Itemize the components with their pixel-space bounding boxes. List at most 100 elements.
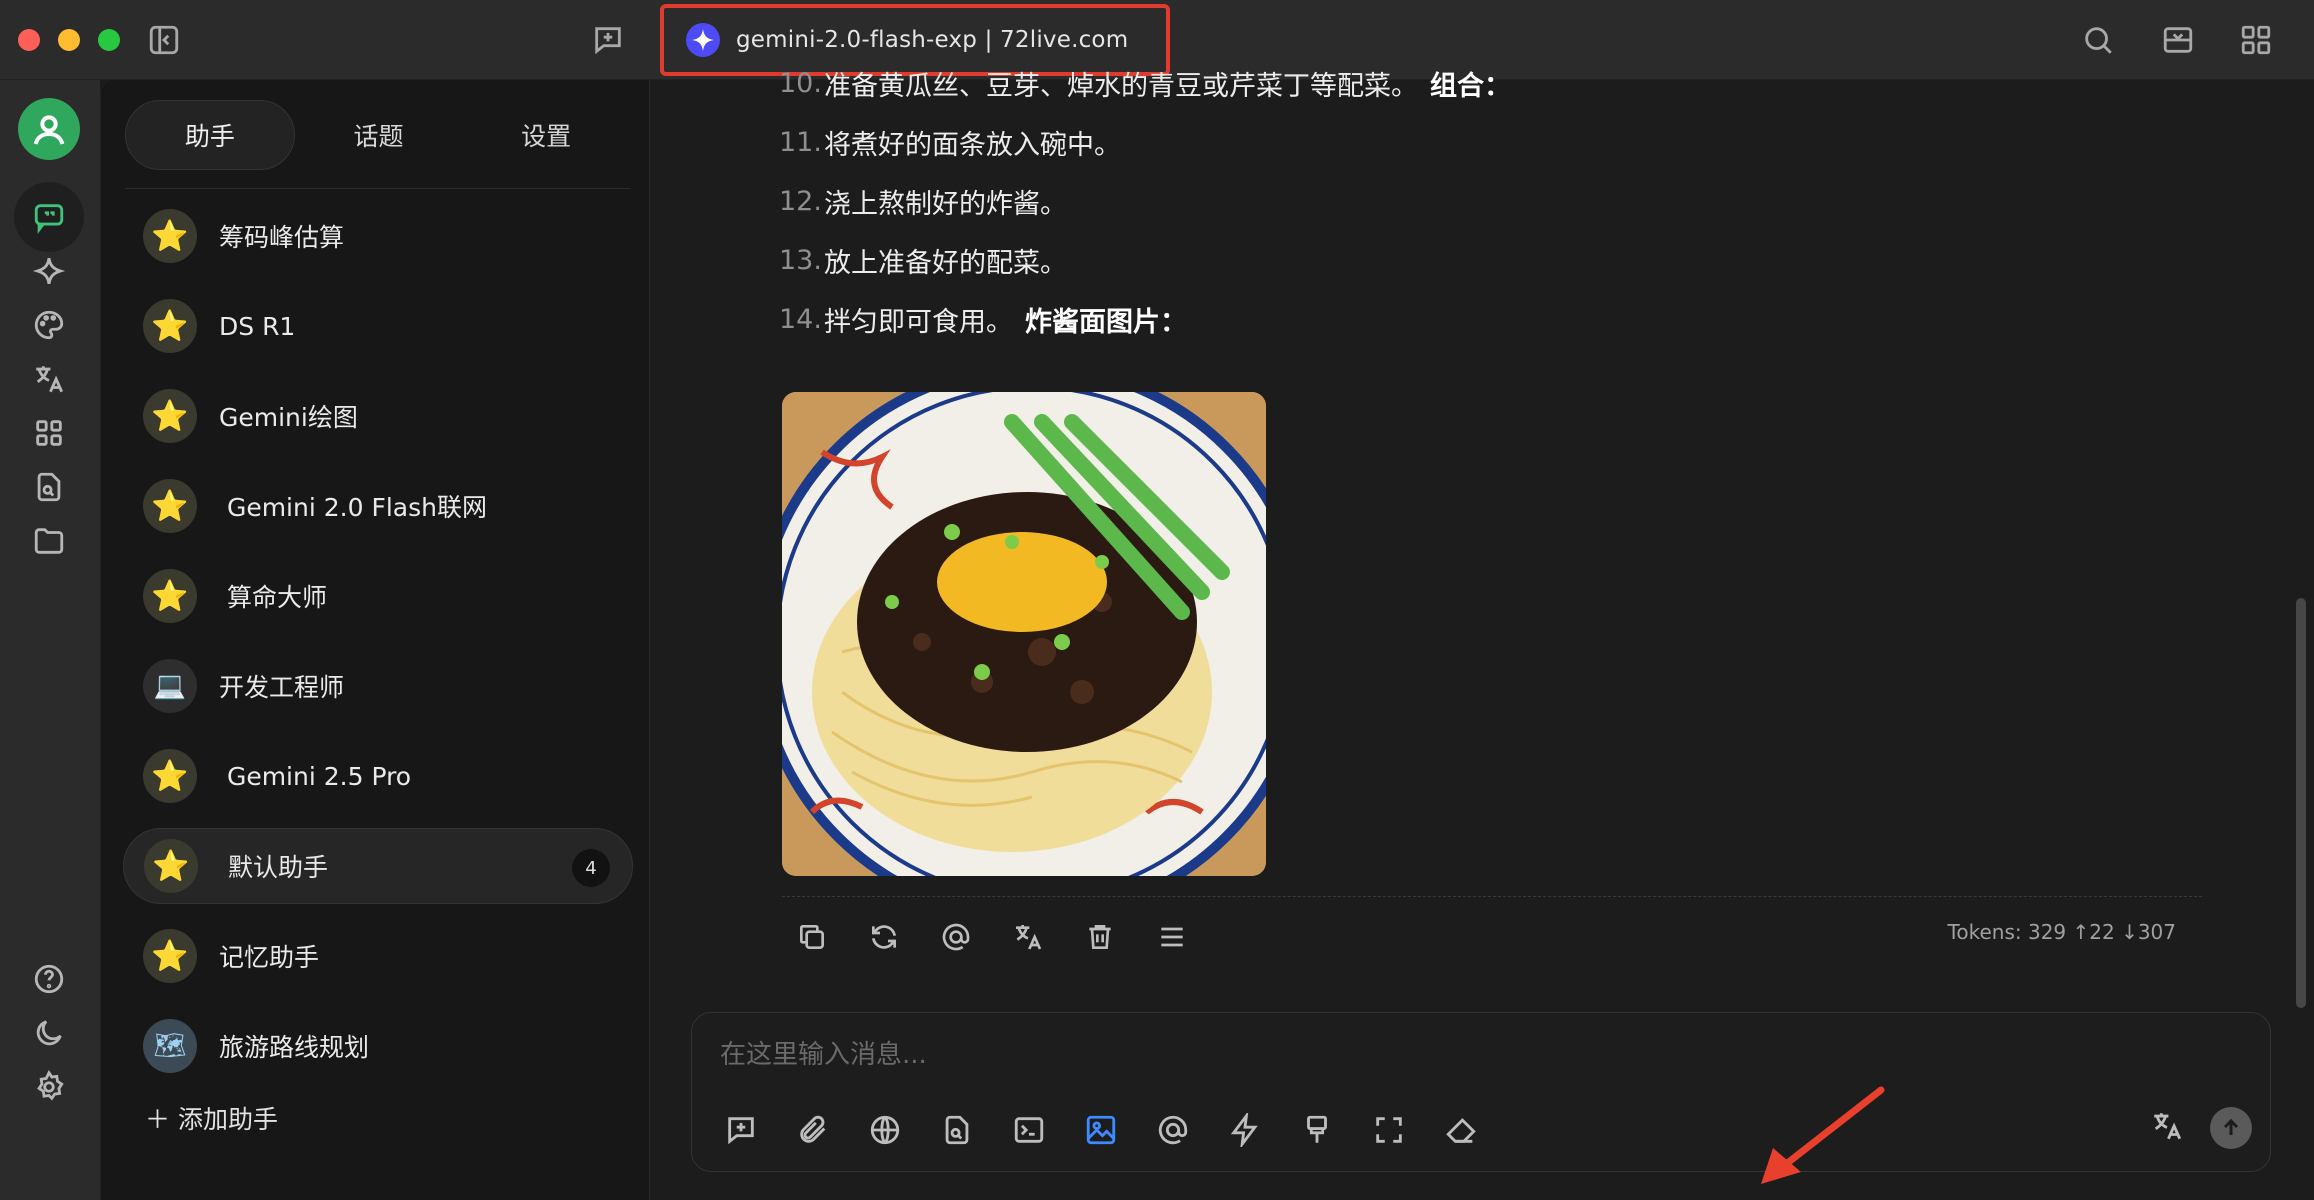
translate-icon[interactable] <box>1007 916 1049 958</box>
assistant-item[interactable]: ⭐ 算命大师 <box>123 558 633 634</box>
step-text: 将煮好的面条放入碗中。 <box>824 130 1121 161</box>
assistant-list: ⭐ 筹码峰估算 ⭐ DS R1 ⭐ Gemini绘图 ⭐ Gemini 2.0 … <box>123 198 633 1098</box>
assistant-name: 筹码峰估算 <box>219 223 345 252</box>
gemini-sparkle-icon <box>686 23 720 57</box>
list-item: 10. 准备黄瓜丝、豆芽、焯水的青豆或芹菜丁等配菜。 组合： <box>779 54 2179 113</box>
assistant-item[interactable]: ⭐ DS R1 <box>123 288 633 364</box>
assistant-item[interactable]: 🗺 旅游路线规划 <box>123 1008 633 1084</box>
topic-count-badge: 4 <box>572 849 610 887</box>
terminal-icon[interactable] <box>1006 1107 1052 1153</box>
close-window-button[interactable] <box>18 29 40 51</box>
assistant-item[interactable]: ⭐ Gemini 2.5 Pro <box>123 738 633 814</box>
assistant-name: 算命大师 <box>219 583 327 612</box>
add-assistant-label: 添加助手 <box>178 1105 279 1134</box>
assistant-item[interactable]: ⭐ Gemini 2.0 Flash联网 <box>123 468 633 544</box>
composer-toolbar <box>718 1107 1484 1153</box>
model-title-text: gemini-2.0-flash-exp | 72live.com <box>736 27 1129 53</box>
copy-icon[interactable] <box>791 916 833 958</box>
eraser-icon[interactable] <box>1438 1107 1484 1153</box>
assistant-sidebar: 助手 话题 设置 ⭐ 筹码峰估算 ⭐ DS R1 ⭐ Gemini绘图 ⭐ Ge… <box>100 80 650 1200</box>
step-number: 12. <box>779 186 822 217</box>
narrow-mode-icon[interactable] <box>2160 22 2196 58</box>
mention-model-icon[interactable] <box>1150 1107 1196 1153</box>
minimize-window-button[interactable] <box>58 29 80 51</box>
apps-grid-icon[interactable] <box>2238 22 2274 58</box>
step-number: 10. <box>779 68 822 99</box>
assistant-name: 旅游路线规划 <box>219 1033 370 1062</box>
step-text: 准备黄瓜丝、豆芽、焯水的青豆或芹菜丁等配菜。 <box>824 71 1418 102</box>
assistant-name: Gemini 2.0 Flash联网 <box>219 493 487 522</box>
assistant-name: 默认助手 <box>220 853 328 882</box>
sidebar-tabs: 助手 话题 设置 <box>125 100 630 170</box>
user-avatar[interactable] <box>18 98 80 160</box>
send-button[interactable] <box>2210 1107 2252 1149</box>
message-composer <box>691 1012 2271 1172</box>
message-input[interactable] <box>720 1033 2020 1077</box>
composer-right-actions <box>2150 1107 2252 1149</box>
star-icon: ⭐ <box>143 929 197 983</box>
knowledge-base-icon[interactable] <box>934 1107 980 1153</box>
settings-gear-icon[interactable] <box>14 1052 84 1122</box>
message-actions <box>791 916 1193 958</box>
zhajiangmian-image[interactable] <box>782 392 1266 876</box>
tab-assistants[interactable]: 助手 <box>125 100 295 170</box>
list-item: 14. 拌匀即可食用。 炸酱面图片： <box>779 290 2179 349</box>
new-topic-icon[interactable] <box>718 1107 764 1153</box>
assistant-item[interactable]: 💻 开发工程师 <box>123 648 633 724</box>
assistant-name: Gemini绘图 <box>219 403 358 432</box>
scrollbar[interactable] <box>2296 598 2306 1008</box>
assistant-item-selected[interactable]: ⭐ 默认助手 4 <box>123 828 633 904</box>
step-bold-text: 炸酱面图片： <box>1025 307 1187 338</box>
token-count: Tokens: 329 ↑22 ↓307 <box>1947 920 2176 944</box>
list-item: 13. 放上准备好的配菜。 <box>779 231 2179 290</box>
menu-icon[interactable] <box>1151 916 1193 958</box>
chat-main: 10. 准备黄瓜丝、豆芽、焯水的青豆或芹菜丁等配菜。 组合： 11. 将煮好的面… <box>651 68 2314 1200</box>
icon-rail <box>0 80 100 1200</box>
step-number: 13. <box>779 245 822 276</box>
delete-icon[interactable] <box>1079 916 1121 958</box>
assistant-item[interactable]: ⭐ 记忆助手 <box>123 918 633 994</box>
plus-icon: ＋ <box>145 1105 171 1134</box>
star-icon: ⭐ <box>143 479 197 533</box>
image-generation-icon[interactable] <box>1078 1107 1124 1153</box>
message-steps: 10. 准备黄瓜丝、豆芽、焯水的青豆或芹菜丁等配菜。 组合： 11. 将煮好的面… <box>779 68 2179 349</box>
star-icon: ⭐ <box>143 209 197 263</box>
attachment-icon[interactable] <box>790 1107 836 1153</box>
star-icon: ⭐ <box>144 839 198 893</box>
fullscreen-expand-icon[interactable] <box>1366 1107 1412 1153</box>
laptop-icon: 💻 <box>143 659 197 713</box>
maximize-window-button[interactable] <box>98 29 120 51</box>
message-divider <box>782 896 2202 897</box>
toggle-sidebar-icon[interactable] <box>146 22 182 58</box>
step-text: 浇上熬制好的炸酱。 <box>824 189 1067 220</box>
assistant-item[interactable]: ⭐ Gemini绘图 <box>123 378 633 454</box>
star-icon: ⭐ <box>143 569 197 623</box>
assistant-item[interactable]: ⭐ 筹码峰估算 <box>123 198 633 274</box>
tabs-divider <box>125 188 630 189</box>
new-topic-icon[interactable] <box>590 22 626 58</box>
star-icon: ⭐ <box>143 749 197 803</box>
list-item: 11. 将煮好的面条放入碗中。 <box>779 113 2179 172</box>
star-icon: ⭐ <box>143 389 197 443</box>
step-text: 拌匀即可食用。 <box>824 307 1013 338</box>
tab-settings[interactable]: 设置 <box>462 100 630 170</box>
assistant-name: DS R1 <box>219 311 296 341</box>
web-search-globe-icon[interactable] <box>862 1107 908 1153</box>
folder-icon[interactable] <box>14 506 84 576</box>
step-number: 14. <box>779 304 822 335</box>
assistant-name: Gemini 2.5 Pro <box>219 761 412 791</box>
assistant-name: 开发工程师 <box>219 673 345 702</box>
step-text: 放上准备好的配菜。 <box>824 248 1067 279</box>
tab-topics[interactable]: 话题 <box>295 100 463 170</box>
arrow-up-icon <box>2223 1118 2239 1135</box>
clear-context-brush-icon[interactable] <box>1294 1107 1340 1153</box>
map-icon: 🗺 <box>143 1019 197 1073</box>
regenerate-icon[interactable] <box>863 916 905 958</box>
star-icon: ⭐ <box>143 299 197 353</box>
quick-phrase-lightning-icon[interactable] <box>1222 1107 1268 1153</box>
search-icon[interactable] <box>2080 22 2116 58</box>
mention-icon[interactable] <box>935 916 977 958</box>
translate-input-icon[interactable] <box>2150 1109 2184 1147</box>
step-bold-text: 组合： <box>1430 71 1511 102</box>
add-assistant-button[interactable]: ＋ 添加助手 <box>145 1098 278 1138</box>
